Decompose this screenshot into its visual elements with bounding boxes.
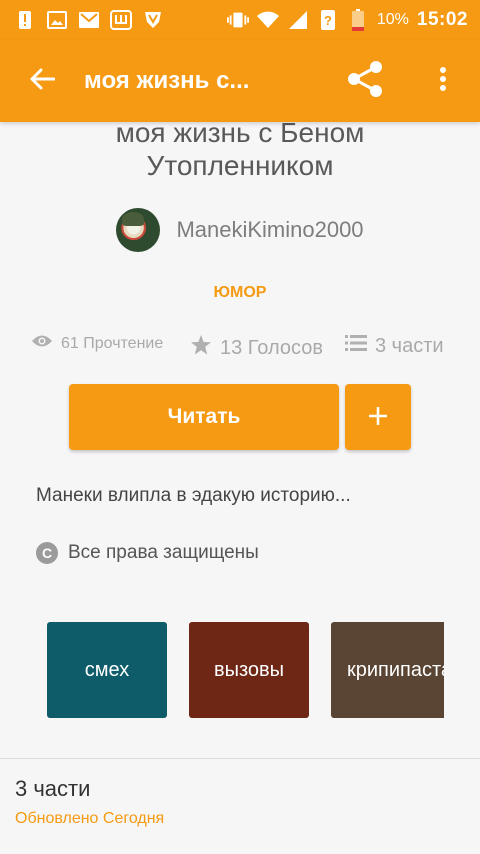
- copyright-text: Все права защищены: [68, 542, 259, 563]
- story-screen: ? 10% 15:02 моя жизнь с... моя жизнь с Б…: [0, 0, 480, 854]
- parts-stat: 3 части: [345, 334, 444, 358]
- data-unknown-icon: ?: [317, 9, 339, 31]
- author-name[interactable]: ManekiKimino2000: [176, 217, 363, 243]
- author-avatar[interactable]: [116, 208, 161, 252]
- add-to-library-button[interactable]: [345, 384, 411, 450]
- more-menu-button[interactable]: [420, 58, 466, 104]
- back-button[interactable]: [0, 40, 84, 122]
- app-bar-title: моя жизнь с...: [84, 67, 250, 94]
- list-icon: [345, 334, 367, 358]
- reads-stat: 61 Прочтение: [31, 334, 163, 353]
- status-bar: ? 10% 15:02: [0, 0, 480, 40]
- alert-icon: [14, 9, 36, 31]
- system-status: ? 10% 15:02: [226, 0, 468, 40]
- author-row[interactable]: ManekiKimino2000: [0, 208, 480, 252]
- copyright-icon: C: [36, 542, 58, 564]
- vk-icon: [142, 9, 164, 31]
- story-title: моя жизнь с Беном Утопленником: [115, 117, 365, 181]
- read-button[interactable]: Читать: [69, 384, 339, 450]
- tag-list: смех вызовы крипипаста: [47, 622, 444, 718]
- parts-count: 3 части: [375, 334, 444, 357]
- app-bar: моя жизнь с...: [0, 40, 480, 122]
- arrow-left-icon: [29, 68, 56, 95]
- svg-text:?: ?: [324, 13, 332, 28]
- plus-icon: [368, 406, 388, 429]
- votes-stat: 13 Голосов: [190, 334, 323, 362]
- share-button[interactable]: [340, 58, 390, 104]
- battery-icon: [347, 9, 369, 31]
- copyright-row: C Все права защищены: [36, 542, 259, 564]
- parts-updated-text: Обновлено Сегодня: [15, 810, 165, 827]
- shazam-icon: [110, 9, 132, 31]
- genre-link[interactable]: ЮМОР: [0, 284, 480, 302]
- star-icon: [190, 334, 212, 362]
- tag-item[interactable]: вызовы: [189, 622, 309, 718]
- gmail-icon: [78, 9, 100, 31]
- section-divider: [0, 758, 480, 759]
- notification-icons: [0, 9, 164, 31]
- vibrate-icon: [226, 9, 249, 31]
- story-description: Манеки влипла в эдакую историю...: [36, 485, 351, 506]
- share-icon: [346, 60, 384, 103]
- battery-level: 10%: [376, 11, 409, 28]
- tag-item[interactable]: смех: [47, 622, 167, 718]
- signal-icon: [287, 9, 309, 31]
- story-stats: 61 Прочтение 13 Голосов 3 части: [0, 334, 480, 362]
- reads-count: 61 Прочтение: [61, 334, 164, 352]
- parts-section-title[interactable]: 3 части: [15, 776, 90, 802]
- tag-item[interactable]: крипипаста: [331, 622, 444, 718]
- clock: 15:02: [416, 9, 468, 30]
- votes-count: 13 Голосов: [220, 336, 323, 359]
- eye-icon: [31, 334, 53, 353]
- image-icon: [46, 9, 68, 31]
- wifi-icon: [256, 9, 279, 31]
- more-vert-icon: [439, 66, 447, 97]
